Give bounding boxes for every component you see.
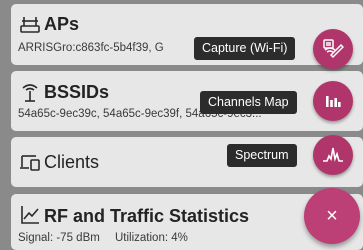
line-chart-icon (19, 204, 41, 226)
channels-map-tooltip: Channels Map (200, 91, 297, 114)
spectrum-button[interactable] (313, 135, 353, 175)
router-icon (19, 13, 41, 35)
channels-map-button[interactable] (313, 81, 353, 121)
devices-icon (19, 151, 41, 173)
close-fab-button[interactable]: × (304, 188, 360, 244)
signal-value: Signal: -75 dBm (18, 232, 100, 244)
antenna-icon (19, 81, 41, 103)
bssids-card[interactable]: BSSIDs 54a65c-9ec39c, 54a65c-9ec39f, 54a… (11, 71, 363, 131)
bssids-title: BSSIDs (44, 82, 110, 102)
clients-card[interactable]: Clients (11, 137, 363, 187)
utilization-value: Utilization: 4% (115, 232, 188, 244)
clients-title: Clients (44, 152, 100, 172)
spectrum-icon (322, 145, 344, 165)
capture-wifi-icon (322, 38, 344, 60)
capture-wifi-button[interactable] (313, 29, 353, 69)
spectrum-tooltip: Spectrum (227, 144, 297, 167)
aps-title: APs (44, 14, 80, 34)
rf-stats-title: RF and Traffic Statistics (44, 206, 250, 226)
close-icon: × (326, 204, 338, 227)
aps-card[interactable]: APs ARRISGro:c863fc-5b4f39, G (11, 4, 363, 65)
bar-chart-icon (324, 92, 342, 110)
capture-wifi-tooltip: Capture (Wi-Fi) (194, 37, 296, 60)
aps-subtitle: ARRISGro:c863fc-5b4f39, G (18, 42, 164, 54)
